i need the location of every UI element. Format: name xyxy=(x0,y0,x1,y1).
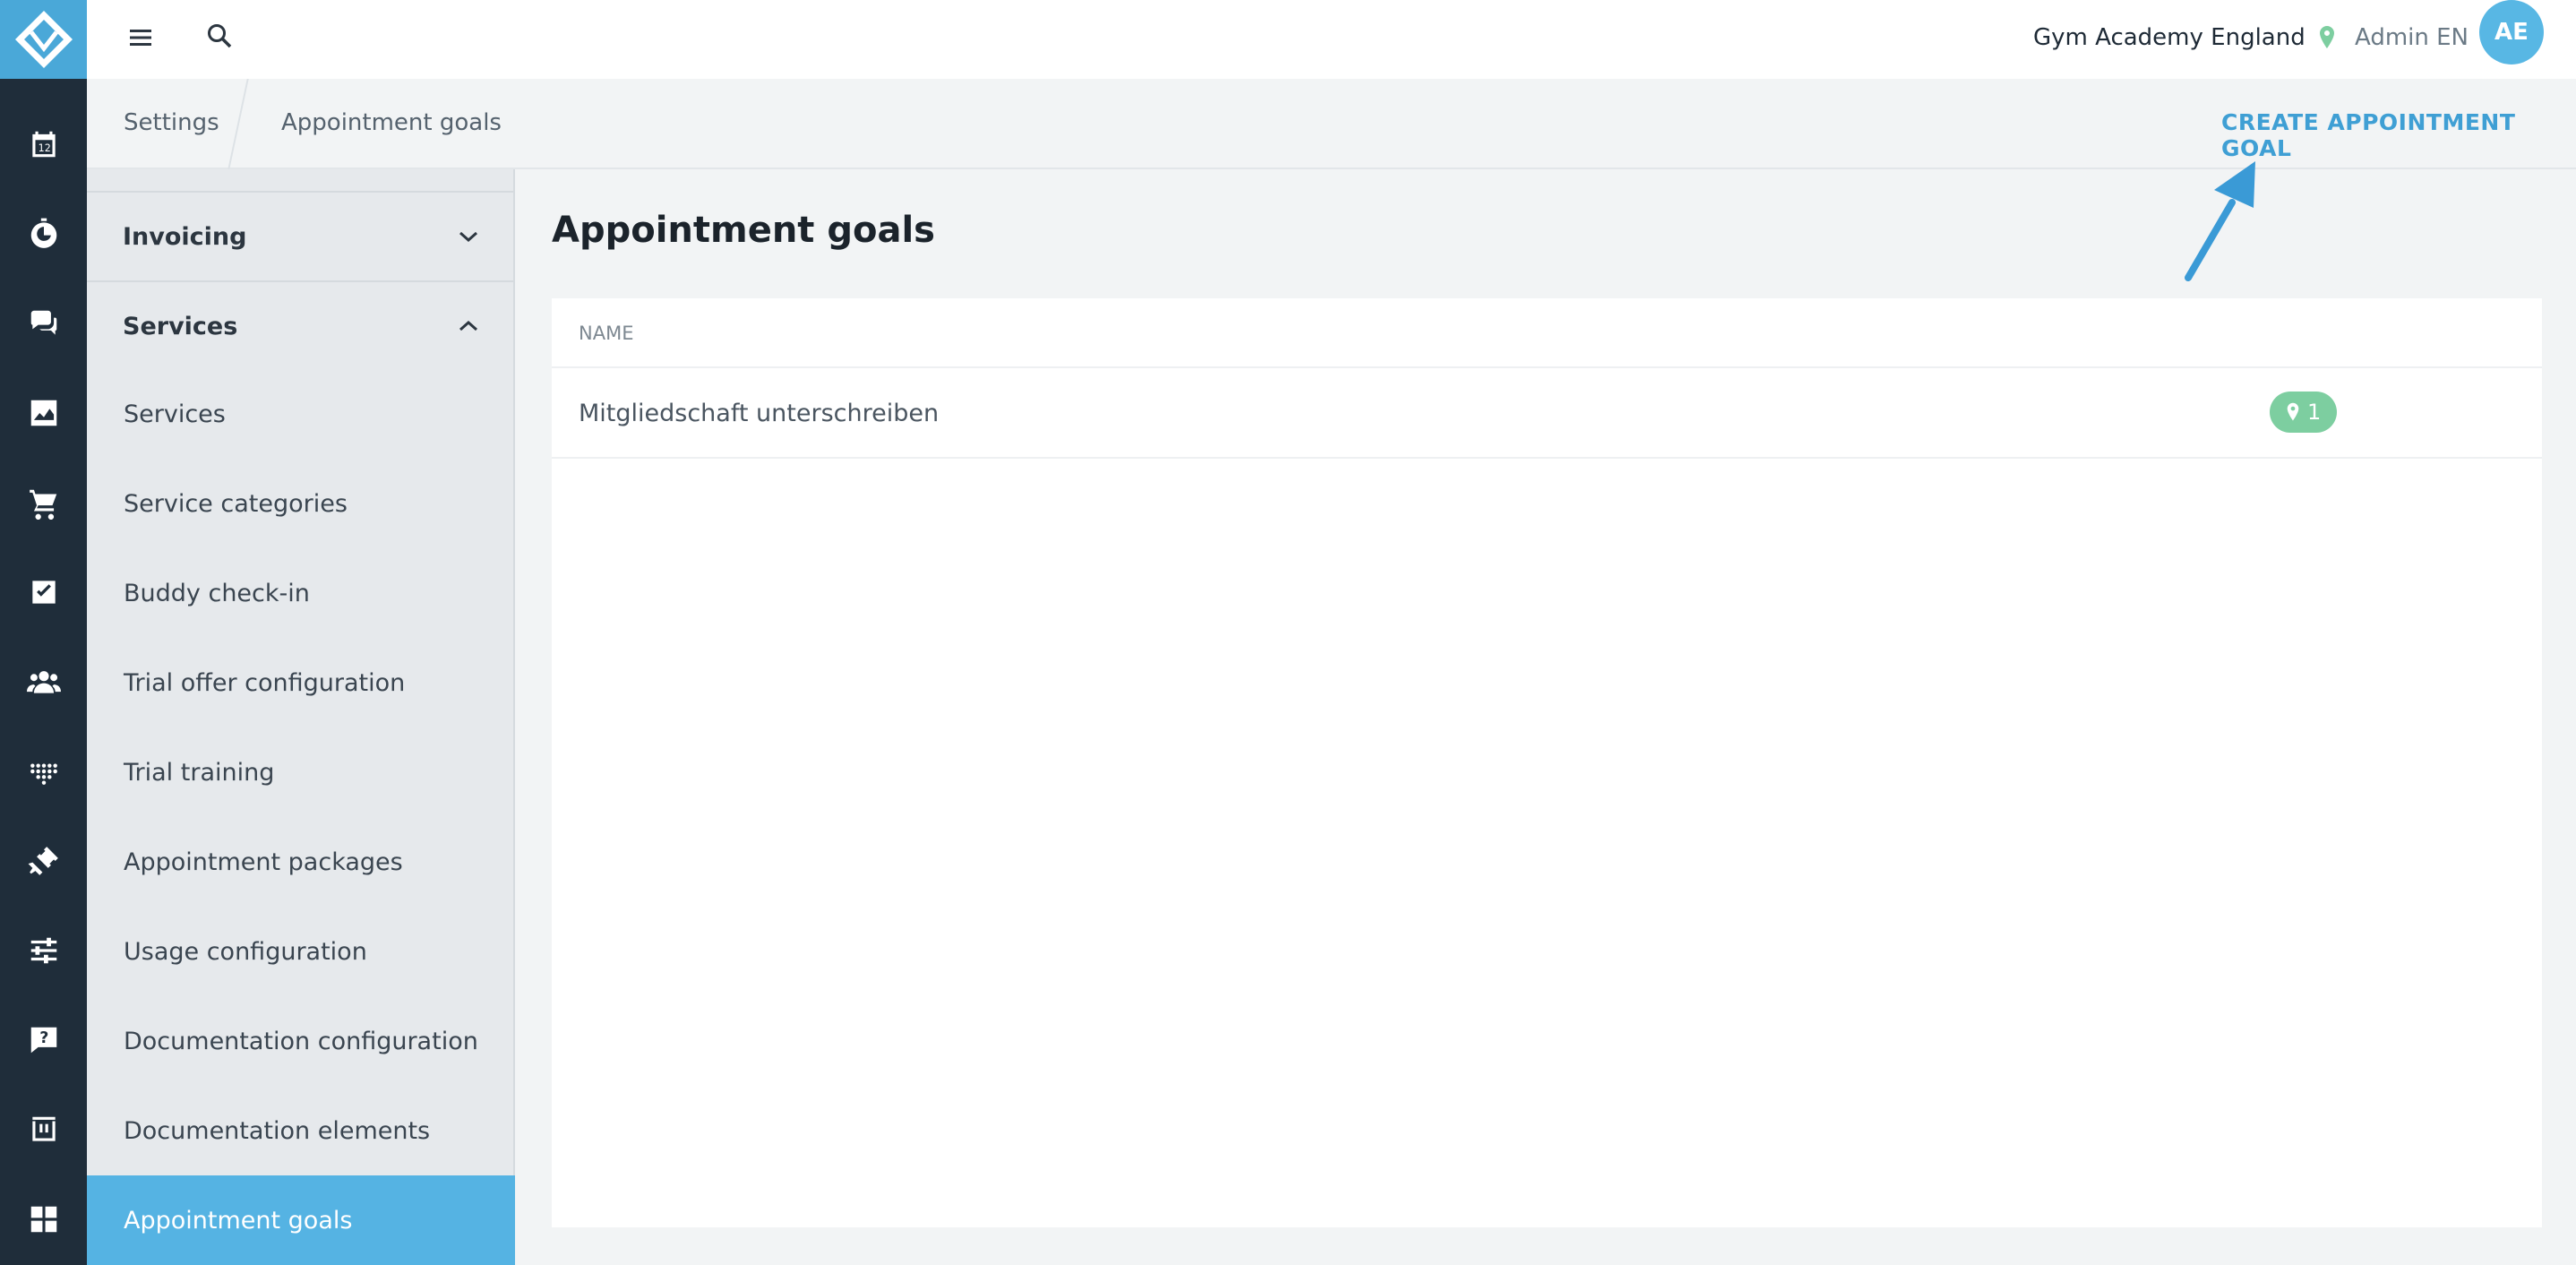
create-appointment-goal-button[interactable]: CREATE APPOINTMENT GOAL xyxy=(2221,109,2576,161)
sidebar-group-services[interactable]: Services xyxy=(87,280,515,370)
studio-name: Gym Academy England xyxy=(2033,24,2306,51)
sidebar-item-buddy-check-in[interactable]: Buddy check-in xyxy=(87,548,515,638)
chevron-down-icon xyxy=(459,231,477,243)
sidebar-item-documentation-elements[interactable]: Documentation elements xyxy=(87,1086,515,1175)
shop-icon[interactable] xyxy=(0,1103,87,1157)
sidebar-group-label: Services xyxy=(123,312,238,340)
users-icon[interactable] xyxy=(0,655,87,709)
svg-text:?: ? xyxy=(39,1029,48,1047)
location-count: 1 xyxy=(2307,400,2322,425)
settings-sidebar: Invoicing Services Services Service cate… xyxy=(87,169,515,1265)
chat-icon[interactable] xyxy=(0,297,87,350)
svg-text:12: 12 xyxy=(38,142,50,154)
user-name[interactable]: Admin EN xyxy=(2355,18,2469,57)
sidebar-item-usage-configuration[interactable]: Usage configuration xyxy=(87,907,515,996)
app: 12 ? Gym Academy England Admin EN AE Set… xyxy=(0,0,2576,1265)
sidebar-item-trial-offer-configuration[interactable]: Trial offer configuration xyxy=(87,638,515,727)
topbar: Gym Academy England Admin EN AE xyxy=(87,0,2576,79)
location-pin-icon xyxy=(2287,402,2299,421)
dots-grid-icon[interactable] xyxy=(0,744,87,798)
breadcrumb-current: Appointment goals xyxy=(281,109,502,136)
dumbbell-icon[interactable] xyxy=(0,834,87,888)
table-row[interactable]: Mitgliedschaft unterschreiben 1 xyxy=(552,368,2542,459)
sidebar-group-label: Invoicing xyxy=(123,222,247,251)
sidebar-item-services[interactable]: Services xyxy=(87,369,515,459)
column-header-name[interactable]: NAME xyxy=(552,298,2542,368)
location-count-badge: 1 xyxy=(2270,392,2338,433)
row-name: Mitgliedschaft unterschreiben xyxy=(579,400,940,427)
hamburger-menu-icon[interactable] xyxy=(123,20,159,56)
sidebar-item-documentation-configuration[interactable]: Documentation configuration xyxy=(87,996,515,1086)
icon-rail: 12 ? xyxy=(0,0,87,1265)
location-pin-icon xyxy=(2319,26,2334,48)
chart-icon[interactable] xyxy=(0,386,87,440)
breadcrumb-separator xyxy=(228,79,249,169)
checkbox-icon[interactable] xyxy=(0,565,87,619)
page-title: Appointment goals xyxy=(552,210,935,251)
appointment-goals-table: NAME Mitgliedschaft unterschreiben 1 xyxy=(552,298,2542,1227)
help-chat-icon[interactable]: ? xyxy=(0,1013,87,1067)
stopwatch-icon[interactable] xyxy=(0,207,87,261)
sidebar-group-invoicing[interactable]: Invoicing xyxy=(87,191,515,280)
sidebar-item-appointment-goals[interactable]: Appointment goals xyxy=(87,1175,515,1265)
sidebar-item-appointment-packages[interactable]: Appointment packages xyxy=(87,817,515,907)
search-icon[interactable] xyxy=(200,16,239,56)
breadcrumb: Settings Appointment goals CREATE APPOIN… xyxy=(87,79,2576,169)
cart-icon[interactable] xyxy=(0,476,87,529)
sidebar-item-trial-training[interactable]: Trial training xyxy=(87,727,515,817)
annotation-arrow-icon xyxy=(2185,161,2255,281)
sidebar-item-service-categories[interactable]: Service categories xyxy=(87,459,515,548)
sliders-icon[interactable] xyxy=(0,924,87,977)
studio-selector[interactable]: Gym Academy England xyxy=(2033,18,2336,57)
avatar[interactable]: AE xyxy=(2479,0,2544,65)
logo-icon xyxy=(14,11,73,68)
dashboard-icon[interactable] xyxy=(0,1192,87,1246)
chevron-up-icon xyxy=(459,320,477,331)
app-logo[interactable] xyxy=(0,0,87,79)
breadcrumb-settings[interactable]: Settings xyxy=(124,109,219,136)
calendar-icon[interactable]: 12 xyxy=(0,117,87,171)
